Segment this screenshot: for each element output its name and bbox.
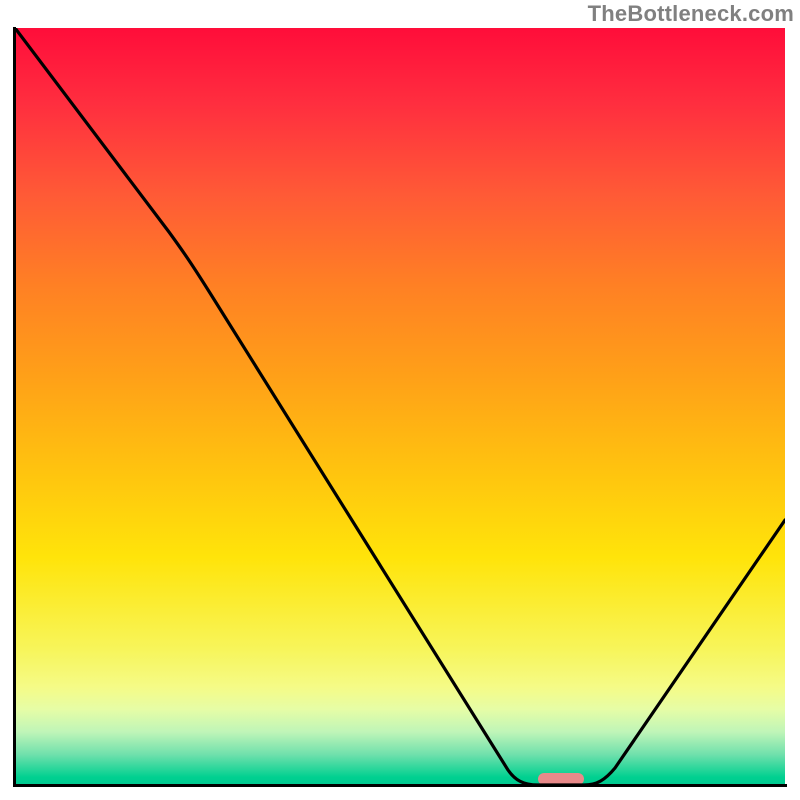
plot-background [15, 28, 785, 785]
watermark-text: TheBottleneck.com [588, 1, 794, 27]
chart-root: TheBottleneck.com [0, 0, 800, 800]
minimum-marker [538, 773, 584, 785]
x-axis [13, 784, 787, 787]
y-axis [13, 27, 16, 787]
